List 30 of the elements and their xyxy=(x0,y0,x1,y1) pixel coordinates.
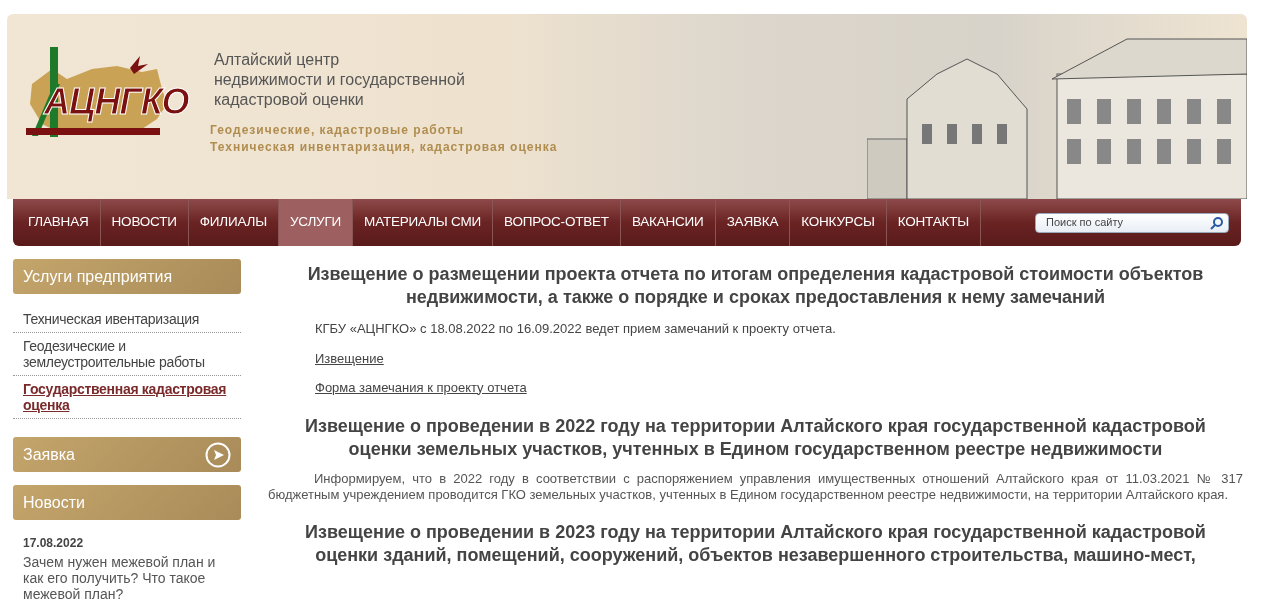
sidebar-heading: Услуги предприятия xyxy=(13,259,241,294)
arrow-circle-icon[interactable] xyxy=(205,441,231,468)
sidebar-menu-link[interactable]: Геодезические и землеустроительные работы xyxy=(23,338,231,370)
article-text: КГБУ «АЦНГКО» с 18.08.2022 по 16.09.2022 ведет прием замечаний к проекту отчета. xyxy=(314,320,837,338)
nav-item[interactable]: ВОПРОС-ОТВЕТ xyxy=(493,199,621,246)
nav-item[interactable]: КОНТАКТЫ xyxy=(886,199,981,246)
article-title: Извещение о проведении в 2022 году на территории Алтайского края государственной кадастровой оценки земельных участков, учтенных в Едином государственном реестре недвижимости xyxy=(304,414,1207,461)
tagline: Геодезические, кадастровые работы Техническая инвентаризация, кадастровая оценка xyxy=(210,122,558,156)
nav-item[interactable]: КОНКУРСЫ xyxy=(790,199,887,246)
nav-item[interactable]: ФИЛИАЛЫ xyxy=(188,199,279,246)
nav-item[interactable]: УСЛУГИ xyxy=(278,199,354,246)
nav-item[interactable]: ГЛАВНАЯ xyxy=(17,199,101,246)
news-date: 17.08.2022 xyxy=(23,535,85,552)
search-field[interactable]: Поиск по сайту xyxy=(1035,212,1229,233)
document-link[interactable]: Форма замечания к проекту отчета xyxy=(315,379,527,395)
nav-item[interactable]: ВАКАНСИИ xyxy=(620,199,716,246)
document-link[interactable]: Извещение xyxy=(315,350,384,366)
sidebar-heading: Новости xyxy=(13,485,241,520)
sidebar-menu-link[interactable]: Техническая ивентаризация xyxy=(23,311,231,327)
article-paragraph: Информируем, что в 2022 году в соответствии с распоряжением управления имущественных отношений Алтайского края от 11.03.2021 № 317 бюджетным учреждением проводится ГКО земельных участков, учтенных в Едином государственном реестре недвижимости, на территории Алтайского края. xyxy=(268,470,1243,503)
nav-item[interactable]: ЗАЯВКА xyxy=(715,199,791,246)
search-input[interactable]: Поиск по сайту xyxy=(1046,214,1210,231)
sidebar-menu-link[interactable]: Государственная кадастровая оценка xyxy=(23,381,231,413)
nav-item[interactable]: МАТЕРИАЛЫ СМИ xyxy=(353,199,494,246)
news-link[interactable]: Зачем нужен межевой план и как его получить? Что такое межевой план? xyxy=(23,554,231,602)
organization-name: Алтайский центр недвижимости и государственной кадастровой оценки xyxy=(214,50,466,110)
article-title: Извещение о размещении проекта отчета по итогам определения кадастровой стоимости объектов недвижимости, а также о порядке и сроках предоставления к нему замечаний xyxy=(306,263,1205,309)
article-title: Извещение о проведении в 2023 году на территории Алтайского края государственной кадастровой оценки зданий, помещений, сооружений, объектов незавершенного строительства, машино-мест, xyxy=(304,520,1207,567)
search-icon[interactable] xyxy=(1210,215,1224,230)
nav-item[interactable]: НОВОСТИ xyxy=(100,199,189,246)
